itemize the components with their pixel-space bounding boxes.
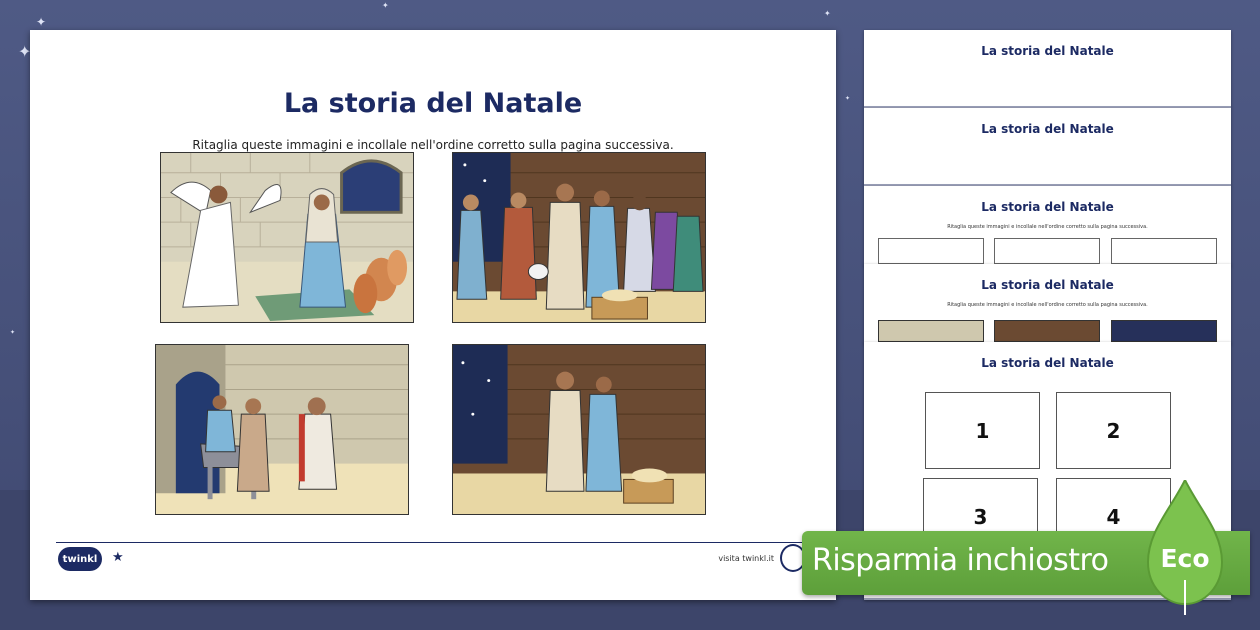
page-instruction: Ritaglia queste immagini e incollale nel… bbox=[192, 138, 674, 152]
journey-to-bethlehem-picture bbox=[155, 344, 409, 515]
eco-badge-label: Eco bbox=[1160, 544, 1210, 573]
thumbnail-page-1[interactable]: La storia del Natale bbox=[864, 30, 1231, 108]
thumbnail-title: La storia del Natale bbox=[981, 122, 1114, 136]
thumbnail-page-2[interactable]: La storia del Natale bbox=[864, 108, 1231, 186]
page-title: La storia del Natale bbox=[283, 88, 583, 119]
footer-divider bbox=[56, 542, 810, 543]
annunciation-picture bbox=[160, 152, 414, 323]
thumbnail-page-3[interactable]: La storia del Natale Ritaglia queste imm… bbox=[864, 186, 1231, 266]
number-box-2: 2 bbox=[1056, 392, 1171, 469]
thumbnail-instruction: Ritaglia queste immagini e incollale nel… bbox=[947, 302, 1148, 308]
thumbnail-instruction: Ritaglia queste immagini e incollale nel… bbox=[947, 224, 1148, 230]
star-icon: ★ bbox=[112, 550, 124, 565]
thumbnail-title: La storia del Natale bbox=[981, 200, 1114, 214]
twinkl-logo: twinkl bbox=[58, 547, 102, 571]
thumbnail-picture bbox=[994, 320, 1100, 342]
thumbnail-box bbox=[878, 238, 984, 264]
thumbnail-box bbox=[1111, 238, 1217, 264]
holy-family-manger-picture bbox=[452, 344, 706, 515]
star-icon: ✦ bbox=[10, 329, 16, 336]
number-box-1: 1 bbox=[925, 392, 1040, 469]
star-icon: ✦ bbox=[382, 1, 389, 10]
eco-banner-text: Risparmia inchiostro bbox=[812, 543, 1109, 578]
thumbnail-picture bbox=[1111, 320, 1217, 342]
worksheet-page: La storia del Natale Ritaglia queste imm… bbox=[30, 30, 836, 600]
thumbnail-title: La storia del Natale bbox=[981, 44, 1114, 58]
star-icon: ✦ bbox=[845, 95, 851, 102]
star-icon: ✦ bbox=[824, 9, 831, 18]
thumbnail-box bbox=[994, 238, 1100, 264]
star-icon: ✦ bbox=[36, 15, 47, 29]
thumbnail-title: La storia del Natale bbox=[981, 278, 1114, 292]
nativity-visitors-picture bbox=[452, 152, 706, 323]
thumbnail-title: La storia del Natale bbox=[981, 356, 1114, 370]
thumbnail-page-4[interactable]: La storia del Natale Ritaglia queste imm… bbox=[864, 264, 1231, 344]
thumbnail-picture bbox=[878, 320, 984, 342]
footer-link[interactable]: visita twinkl.it bbox=[718, 554, 774, 563]
